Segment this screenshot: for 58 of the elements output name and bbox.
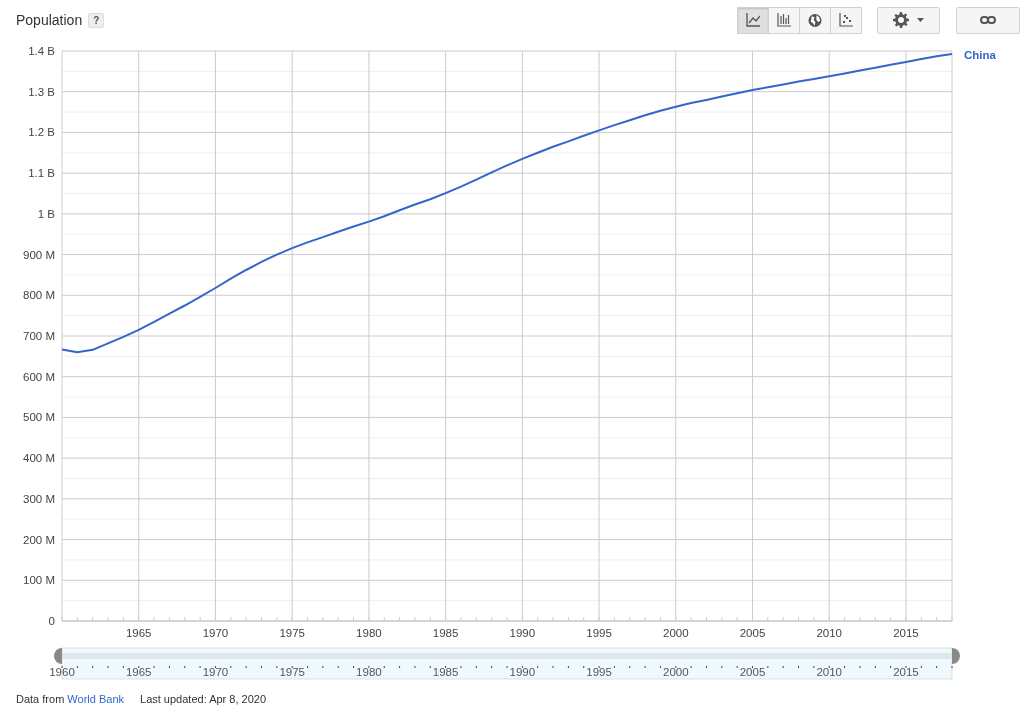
y-axis-label: 200 M <box>23 533 55 546</box>
y-axis-label: 1.3 B <box>28 85 55 98</box>
link-icon <box>980 16 996 24</box>
y-axis-label: 1 B <box>37 207 55 220</box>
help-button[interactable]: ? <box>88 12 105 28</box>
chart-type-button[interactable] <box>799 6 831 34</box>
slider-axis-label: 1975 <box>279 666 305 678</box>
settings-button[interactable] <box>877 6 940 34</box>
y-axis-label: 400 M <box>23 452 55 465</box>
slider-axis-label: 1965 <box>125 666 152 678</box>
x-axis-label: 2015 <box>893 627 919 639</box>
slider-handle[interactable] <box>952 648 960 664</box>
slider-axis-label: 1960 <box>49 666 75 678</box>
gear-icon <box>893 12 909 28</box>
series-label: China <box>964 48 996 61</box>
line-chart-icon <box>746 13 760 27</box>
x-axis-label: 1965 <box>125 627 152 639</box>
y-axis-label: 100 M <box>23 574 55 587</box>
y-axis-label: 300 M <box>23 492 55 505</box>
slider-axis-label: 2015 <box>893 666 919 678</box>
link-button[interactable] <box>956 6 1020 34</box>
bar-chart-icon <box>777 13 791 27</box>
x-axis-label: 1990 <box>509 627 536 639</box>
y-axis-label: 800 M <box>23 289 55 302</box>
slider-handle[interactable] <box>54 648 62 664</box>
x-axis-label: 1985 <box>432 627 459 639</box>
y-axis-label: 0 <box>48 615 55 627</box>
slider-axis-label: 1985 <box>432 666 459 678</box>
y-axis-label: 500 M <box>23 411 55 424</box>
chart-title: Population <box>16 10 83 30</box>
slider-axis-label: 1980 <box>356 666 382 678</box>
source-note: Data from World Bank <box>16 692 124 708</box>
x-axis-label: 1995 <box>586 627 612 639</box>
chart-type-button[interactable] <box>768 6 800 34</box>
last-updated-text: Last updated: Apr 8, 2020 <box>140 692 266 708</box>
y-axis-label: 600 M <box>23 370 55 383</box>
y-axis-label: 1.1 B <box>28 167 55 180</box>
x-axis-label: 2010 <box>816 627 843 639</box>
y-axis-label: 900 M <box>23 248 55 261</box>
slider-axis-label: 1970 <box>202 666 229 678</box>
y-axis-label: 1.2 B <box>28 126 55 139</box>
slider-axis-label: 1995 <box>586 666 612 678</box>
source-link[interactable]: World Bank <box>67 693 124 706</box>
scatter-plot-icon <box>839 13 853 27</box>
caret-icon <box>917 18 924 22</box>
slider-axis-label: 2000 <box>663 666 689 678</box>
globe-icon <box>808 12 822 28</box>
chart-type-button[interactable] <box>737 6 769 34</box>
y-axis-label: 700 M <box>23 330 55 342</box>
x-axis-label: 1980 <box>356 627 382 639</box>
slider-axis-label: 1990 <box>509 666 536 678</box>
x-axis-label: 2005 <box>739 627 766 639</box>
slider-axis-label: 2010 <box>816 666 843 678</box>
x-axis-label: 2000 <box>663 627 689 639</box>
x-axis-label: 1970 <box>202 627 229 639</box>
y-axis-label: 1.4 B <box>28 45 55 57</box>
x-axis-label: 1975 <box>279 627 305 639</box>
slider-axis-label: 2005 <box>739 666 766 678</box>
